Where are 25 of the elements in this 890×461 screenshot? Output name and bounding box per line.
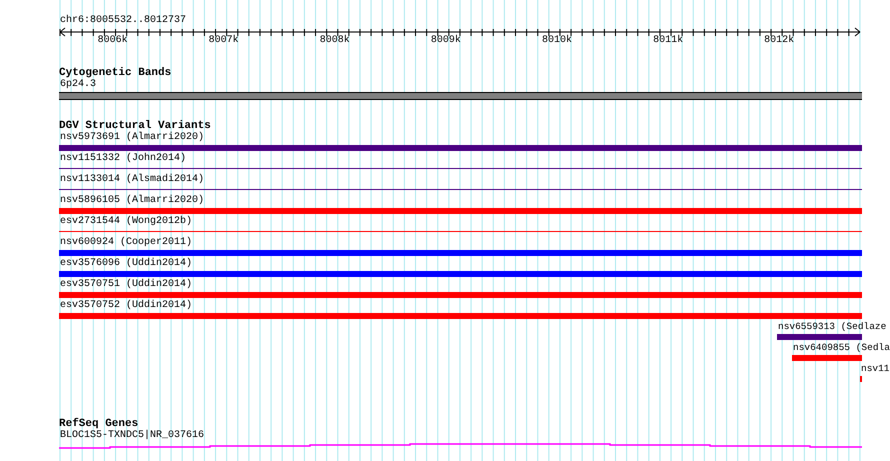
feature-label: nsv600924 (Cooper2011): [59, 237, 192, 249]
feature-label: nsv1151332 (John2014): [59, 153, 186, 165]
feature-label: nsv6559313 (Sedlaze: [777, 321, 886, 333]
feature-label: 6p24.3: [59, 79, 96, 91]
ruler-tick-label: 8011k: [653, 35, 684, 47]
feature-label: esv2731544 (Wong2012b): [59, 216, 192, 228]
feature-label: nsv5896105 (Almarri2020): [59, 195, 204, 207]
track-title: DGV Structural Variants: [59, 120, 212, 132]
feature-label: esv3576096 (Uddin2014): [59, 258, 192, 270]
feature-label: nsv6409855 (Sedla: [792, 342, 890, 354]
track-title: RefSeq Genes: [59, 418, 138, 430]
feature-label: BLOC1S5-TXNDC5|NR_037616: [59, 430, 204, 442]
location-label: chr6:8005532..8012737: [59, 15, 188, 27]
feature-label: nsv11: [860, 363, 890, 375]
feature-label: esv3570751 (Uddin2014): [59, 279, 192, 291]
ruler-tick-label: 8008k: [320, 35, 350, 47]
ruler-tick-label: 8007k: [208, 35, 239, 47]
ruler-tick-label: 8010k: [542, 35, 572, 47]
ruler-tick-label: 8009k: [430, 35, 461, 47]
feature-label: nsv5973691 (Almarri2020): [59, 132, 204, 144]
track-title: Cytogenetic Bands: [59, 67, 172, 79]
feature-label: esv3570752 (Uddin2014): [59, 300, 192, 312]
feature-label: nsv1133014 (Alsmadi2014): [59, 174, 204, 186]
ruler-tick-label: 8012k: [764, 35, 794, 47]
ruler-tick-label: 8006k: [98, 35, 128, 47]
